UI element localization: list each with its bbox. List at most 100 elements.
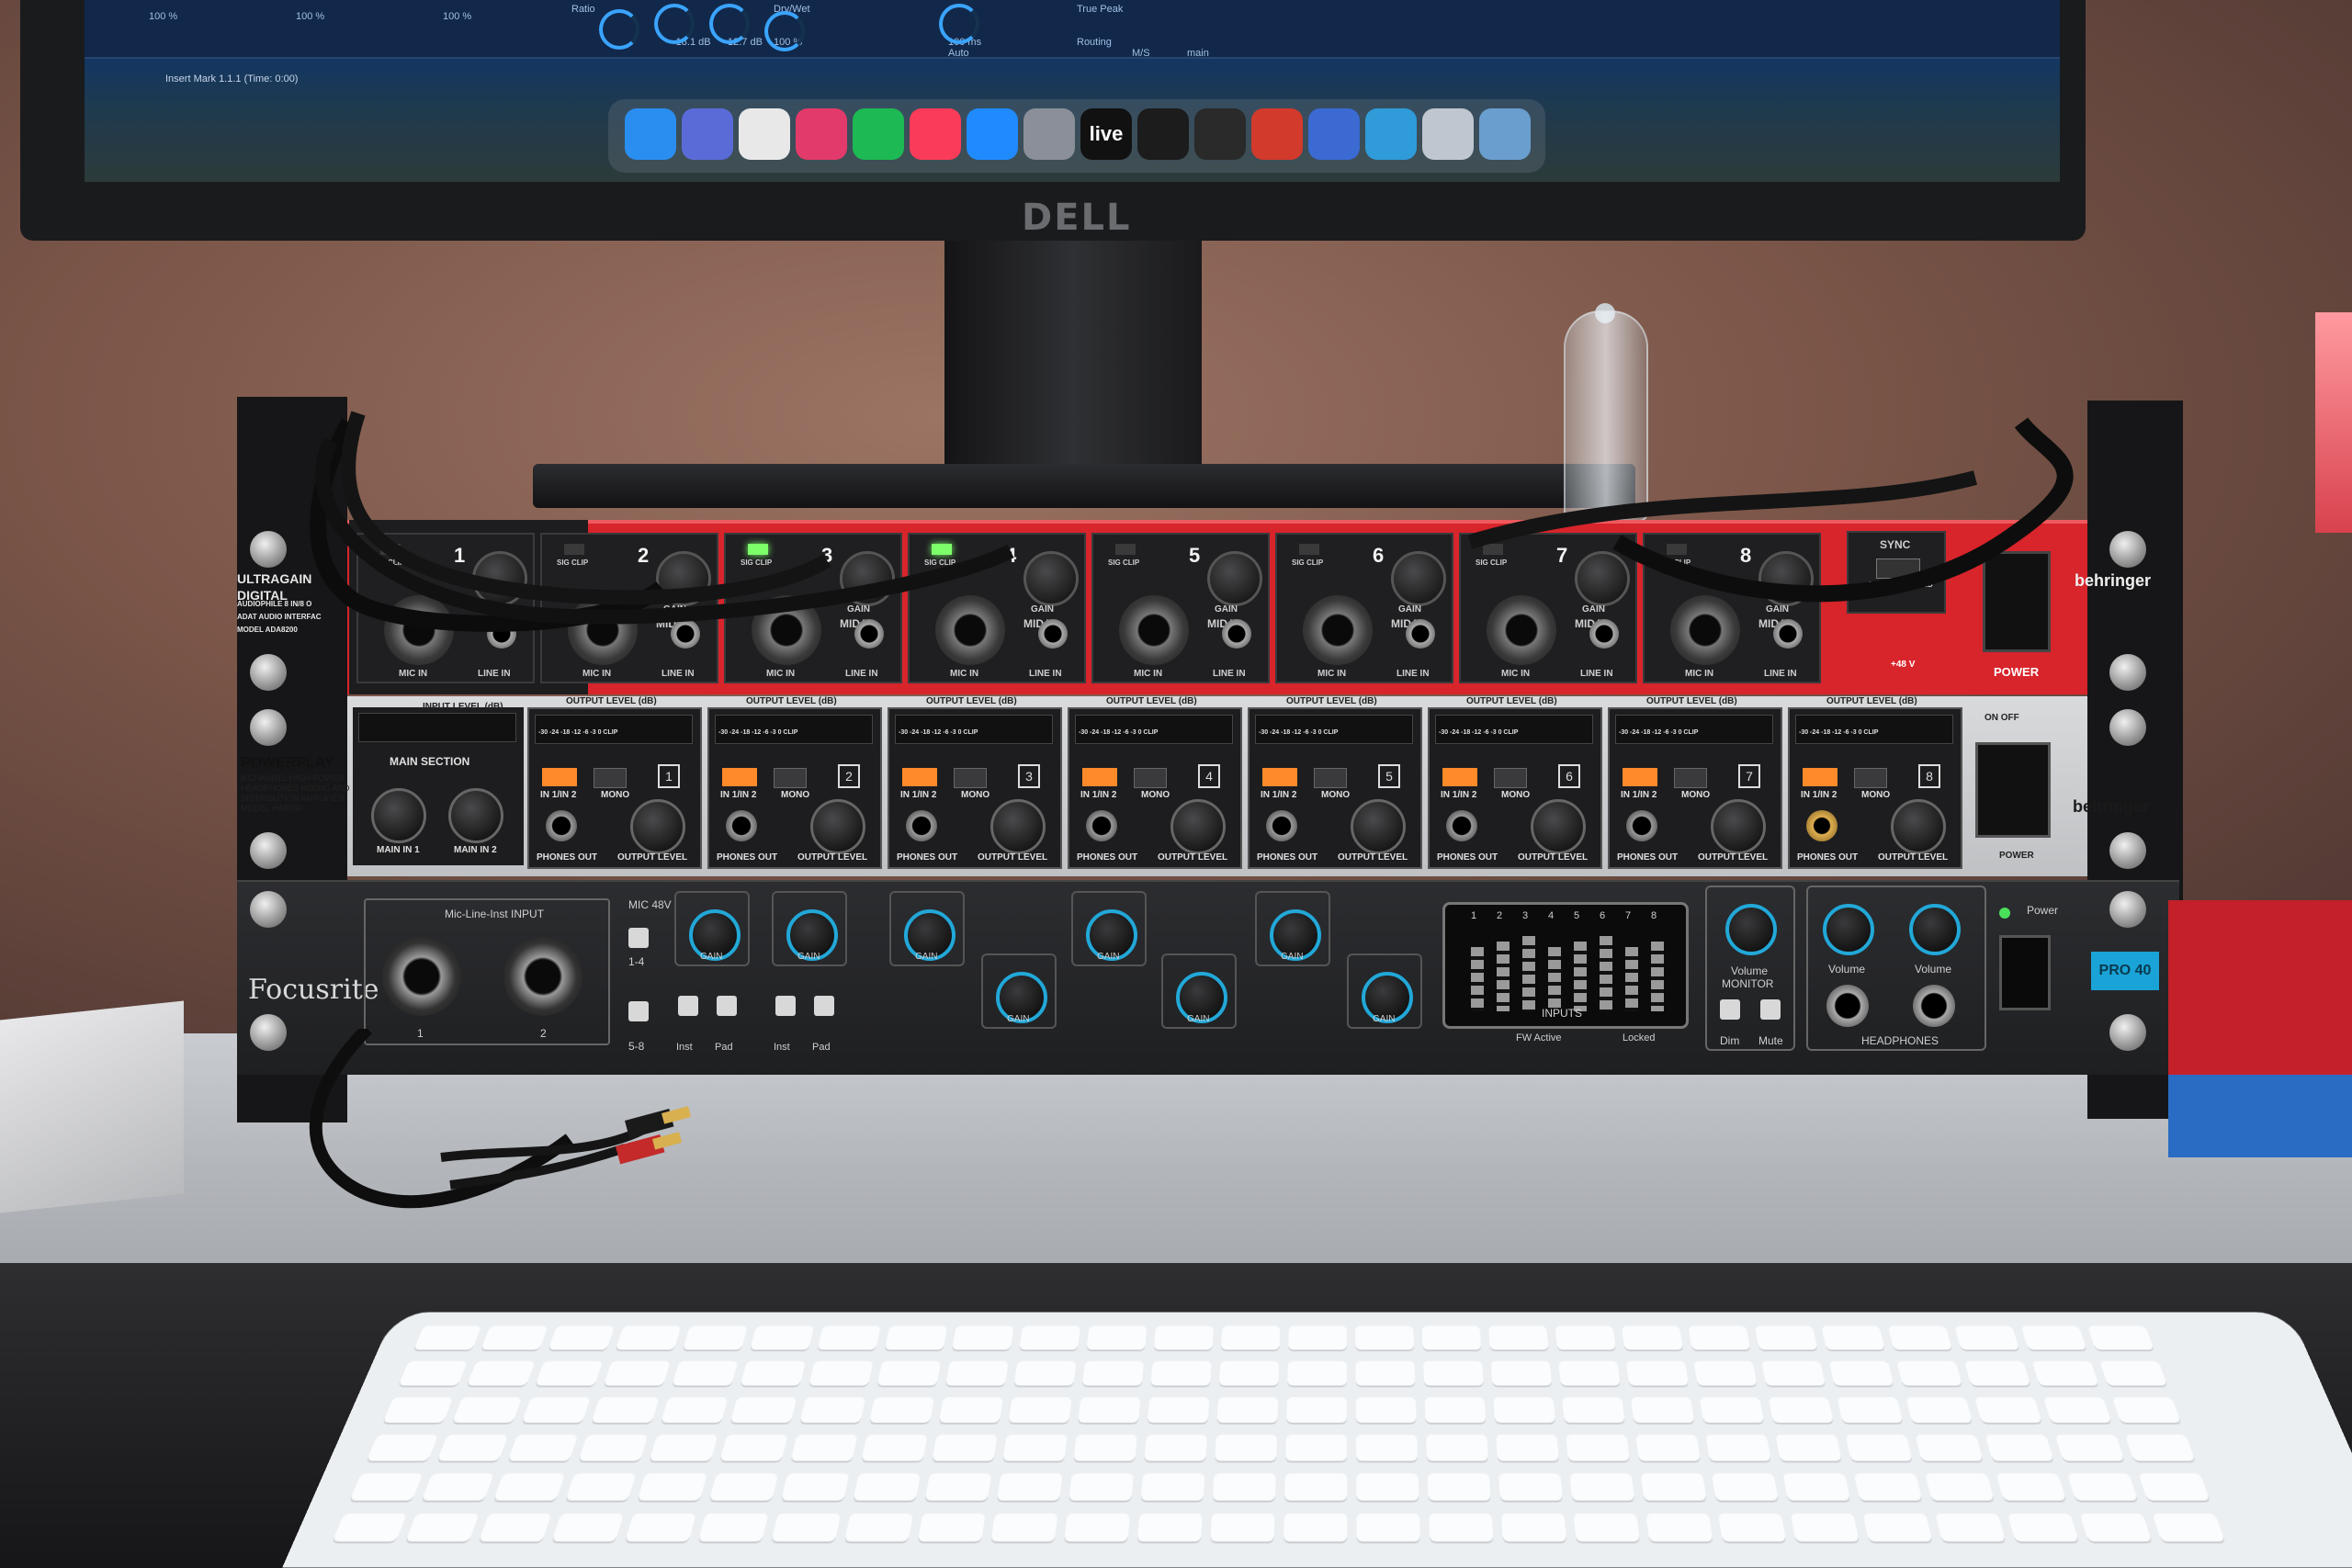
daw-knob[interactable]	[654, 4, 695, 44]
keyboard-key[interactable]	[1285, 1434, 1348, 1461]
keyboard-key[interactable]	[1905, 1397, 1973, 1423]
keyboard-key[interactable]	[1013, 1360, 1077, 1386]
keyboard-key[interactable]	[1984, 1434, 2054, 1461]
keyboard-key[interactable]	[421, 1472, 494, 1501]
daw-knob[interactable]	[599, 9, 639, 50]
in1-in2-button[interactable]	[1082, 768, 1117, 786]
keyboard-key[interactable]	[2066, 1472, 2139, 1501]
line-in-jack[interactable]	[487, 619, 516, 649]
keyboard-key[interactable]	[1699, 1397, 1764, 1423]
keyboard-key[interactable]	[1064, 1513, 1131, 1542]
keyboard-key[interactable]	[1287, 1360, 1347, 1386]
keyboard-key[interactable]	[1862, 1513, 1933, 1542]
daw-knob[interactable]	[764, 11, 805, 51]
spotify-icon[interactable]	[853, 108, 904, 160]
in1-in2-button[interactable]	[902, 768, 937, 786]
gain-knob[interactable]	[1575, 551, 1630, 606]
daw-knob[interactable]	[939, 4, 979, 44]
keyboard-key[interactable]	[1355, 1397, 1417, 1423]
quicktime-icon[interactable]	[1365, 108, 1417, 160]
keyboard-key[interactable]	[1569, 1472, 1635, 1501]
chrome-icon[interactable]	[739, 108, 790, 160]
keyboard-key[interactable]	[1429, 1513, 1494, 1542]
keyboard-key[interactable]	[535, 1360, 604, 1386]
keyboard-key[interactable]	[1562, 1397, 1625, 1423]
keyboard-key[interactable]	[1768, 1397, 1834, 1423]
keyboard-key[interactable]	[1218, 1360, 1280, 1386]
keyboard-key[interactable]	[1915, 1434, 1984, 1461]
keyboard-key[interactable]	[817, 1325, 881, 1350]
output-level-knob[interactable]	[990, 799, 1046, 854]
system-settings-icon[interactable]	[1023, 108, 1075, 160]
keyboard-key[interactable]	[1144, 1434, 1207, 1461]
keyboard-key[interactable]	[1488, 1325, 1549, 1350]
keyboard-key[interactable]	[853, 1472, 921, 1501]
keyboard-key[interactable]	[1002, 1434, 1068, 1461]
in1-in2-button[interactable]	[1442, 768, 1477, 786]
keyboard-key[interactable]	[1355, 1325, 1415, 1350]
keyboard-key[interactable]	[478, 1513, 552, 1542]
keyboard-key[interactable]	[1964, 1360, 2031, 1386]
mono-button[interactable]	[774, 768, 807, 788]
phones-out-jack[interactable]	[1086, 810, 1117, 841]
keyboard-key[interactable]	[1220, 1325, 1281, 1350]
keyboard-key[interactable]	[405, 1513, 480, 1542]
keyboard-key[interactable]	[1286, 1397, 1347, 1423]
keyboard-key[interactable]	[1081, 1360, 1145, 1386]
input-2-connector[interactable]	[503, 937, 582, 1016]
keyboard-key[interactable]	[1356, 1513, 1420, 1542]
mic-in-connector[interactable]	[1303, 595, 1373, 665]
ableton-live-icon[interactable]: live	[1080, 108, 1132, 160]
keyboard-key[interactable]	[790, 1434, 858, 1461]
keyboard-key[interactable]	[1423, 1360, 1484, 1386]
line-in-jack[interactable]	[1773, 619, 1803, 649]
keyboard-key[interactable]	[1573, 1513, 1640, 1542]
headphone-1-volume-knob[interactable]	[1823, 904, 1874, 955]
keyboard-key[interactable]	[1845, 1434, 1913, 1461]
keyboard-key[interactable]	[436, 1434, 509, 1461]
ultragain-power-switch[interactable]	[1983, 551, 2051, 652]
output-level-knob[interactable]	[1531, 799, 1586, 854]
phones-out-jack[interactable]	[906, 810, 937, 841]
keyboard-key[interactable]	[799, 1397, 866, 1423]
keyboard-key[interactable]	[1426, 1434, 1488, 1461]
gain-knob[interactable]	[1758, 551, 1814, 606]
output-level-knob[interactable]	[630, 799, 685, 854]
keyboard-key[interactable]	[781, 1472, 850, 1501]
keyboard-key[interactable]	[1558, 1360, 1621, 1386]
music-icon[interactable]	[910, 108, 961, 160]
phantom-1-4-button[interactable]	[628, 928, 649, 948]
keyboard-key[interactable]	[1566, 1434, 1630, 1461]
finder-icon[interactable]	[625, 108, 676, 160]
in1-in2-button[interactable]	[722, 768, 757, 786]
keyboard-key[interactable]	[1887, 1325, 1952, 1350]
keyboard-key[interactable]	[2042, 1397, 2112, 1423]
keyboard-key[interactable]	[997, 1472, 1063, 1501]
keyboard-key[interactable]	[869, 1397, 935, 1423]
output-level-knob[interactable]	[1891, 799, 1946, 854]
mono-button[interactable]	[1674, 768, 1707, 788]
keyboard-key[interactable]	[603, 1360, 671, 1386]
mute-button[interactable]	[1760, 999, 1781, 1020]
keyboard-key[interactable]	[1086, 1325, 1148, 1350]
daw-knob[interactable]	[709, 4, 750, 44]
phones-out-jack[interactable]	[726, 810, 757, 841]
splice-icon[interactable]	[1137, 108, 1189, 160]
keyboard-key[interactable]	[740, 1360, 806, 1386]
keyboard-key[interactable]	[1210, 1513, 1275, 1542]
keyboard-key[interactable]	[332, 1513, 407, 1542]
keyboard-key[interactable]	[1954, 1325, 2020, 1350]
rme-icon-1[interactable]	[1251, 108, 1303, 160]
keyboard-key[interactable]	[452, 1397, 523, 1423]
keyboard-key[interactable]	[2099, 1360, 2168, 1386]
keyboard-key[interactable]	[2079, 1513, 2153, 1542]
in1-in2-button[interactable]	[1803, 768, 1838, 786]
in1-in2-button[interactable]	[542, 768, 577, 786]
keyboard-key[interactable]	[1284, 1472, 1348, 1501]
keyboard-key[interactable]	[1631, 1397, 1695, 1423]
keyboard-key[interactable]	[990, 1513, 1058, 1542]
keyboard-key[interactable]	[1019, 1325, 1081, 1350]
keyboard-key[interactable]	[2152, 1513, 2226, 1542]
keyboard-key[interactable]	[521, 1397, 591, 1423]
monitor-volume-knob[interactable]	[1725, 904, 1777, 955]
